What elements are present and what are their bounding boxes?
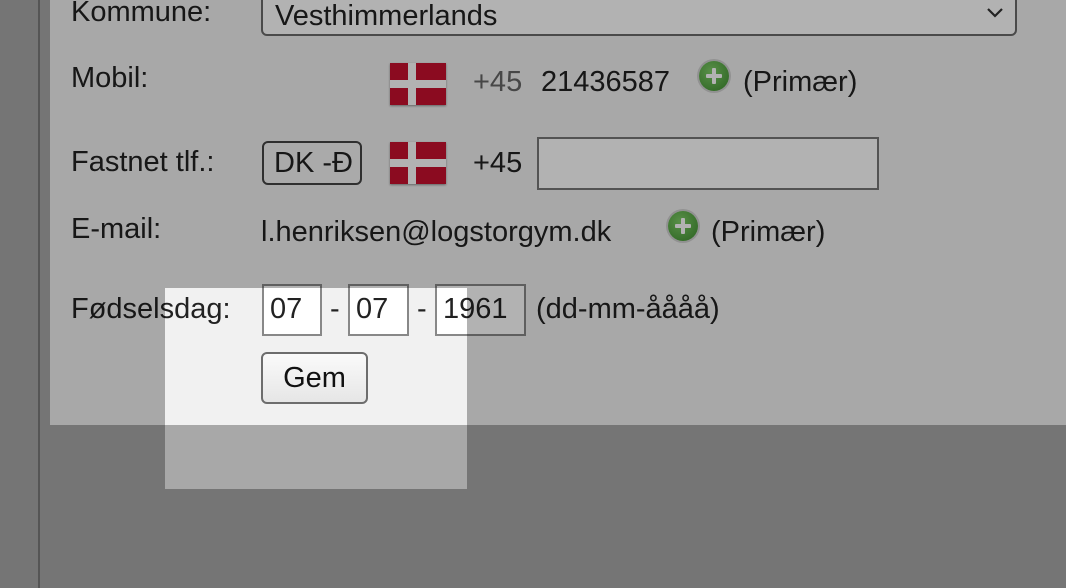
birthday-label: Fødselsdag:	[71, 293, 231, 325]
email-primary-badge: (Primær)	[711, 216, 826, 248]
mobil-label: Mobil:	[71, 62, 149, 94]
date-separator: -	[417, 293, 427, 325]
kommune-select[interactable]: Vesthimmerlands	[261, 0, 1017, 36]
kommune-label: Kommune:	[71, 0, 212, 28]
mobil-prefix: +45	[473, 66, 523, 98]
fastnet-country-select[interactable]: DK -Ð	[262, 141, 362, 185]
denmark-flag-icon	[390, 63, 446, 105]
birthday-year-input[interactable]: 1961	[435, 284, 526, 336]
chevron-down-icon	[987, 8, 1003, 18]
left-border-line	[38, 0, 40, 588]
add-mobil-icon[interactable]	[699, 61, 729, 91]
fastnet-prefix: +45	[473, 147, 523, 179]
kommune-select-value: Vesthimmerlands	[275, 0, 498, 32]
date-separator: -	[330, 293, 340, 325]
birthday-month-input[interactable]: 07	[348, 284, 409, 336]
contact-form-panel	[50, 0, 1066, 425]
mobil-number: 21436587	[541, 66, 671, 98]
birthday-day-input[interactable]: 07	[262, 284, 322, 336]
denmark-flag-icon	[390, 142, 446, 184]
fastnet-number-input[interactable]	[537, 137, 879, 190]
save-button[interactable]: Gem	[261, 352, 368, 404]
email-value: l.henriksen@logstorgym.dk	[261, 216, 612, 248]
mobil-primary-badge: (Primær)	[743, 66, 858, 98]
email-label: E-mail:	[71, 213, 162, 245]
add-email-icon[interactable]	[668, 211, 698, 241]
fastnet-label: Fastnet tlf.:	[71, 146, 215, 178]
date-format-hint: (dd-mm-åååå)	[536, 293, 720, 325]
